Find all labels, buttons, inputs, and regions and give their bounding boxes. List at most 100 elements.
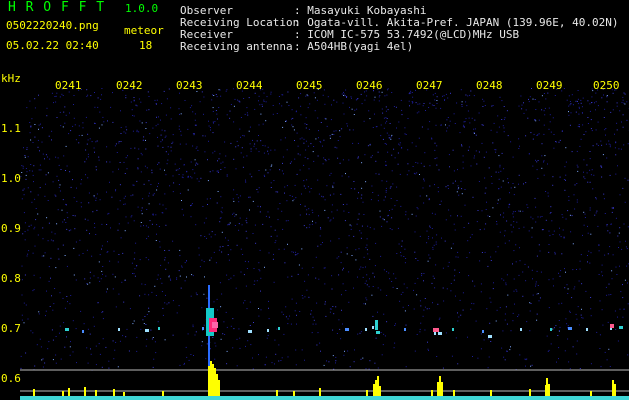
noise-pixel [194, 119, 196, 121]
noise-pixel [576, 353, 578, 355]
noise-pixel [558, 347, 560, 349]
noise-pixel [581, 283, 583, 285]
noise-pixel [445, 219, 447, 221]
noise-pixel [264, 266, 265, 268]
noise-pixel [226, 350, 228, 352]
noise-pixel [315, 222, 317, 224]
noise-pixel [331, 104, 332, 106]
noise-pixel [414, 282, 416, 284]
noise-pixel [512, 216, 514, 218]
noise-pixel [152, 366, 154, 368]
noise-pixel [57, 248, 59, 250]
noise-pixel [239, 217, 241, 219]
noise-pixel [368, 286, 370, 288]
noise-pixel [249, 143, 251, 145]
noise-pixel [542, 229, 544, 231]
noise-pixel [315, 138, 317, 140]
noise-pixel [36, 344, 38, 346]
noise-pixel [235, 168, 237, 170]
noise-pixel [317, 89, 319, 90]
noise-pixel [227, 224, 229, 226]
noise-pixel [455, 256, 457, 258]
noise-pixel [578, 324, 580, 326]
noise-pixel [239, 337, 241, 339]
noise-pixel [59, 325, 61, 327]
noise-pixel [536, 169, 538, 171]
noise-pixel [172, 191, 174, 193]
info-value-antenna: : A504HB(yagi 4el) [294, 40, 414, 53]
noise-pixel [568, 196, 570, 198]
noise-pixel [125, 216, 127, 218]
noise-pixel [194, 172, 196, 174]
noise-pixel [456, 191, 458, 193]
noise-pixel [600, 140, 602, 142]
noise-pixel [178, 168, 180, 170]
noise-pixel [126, 168, 128, 170]
noise-pixel [130, 216, 132, 218]
noise-pixel [102, 116, 104, 118]
noise-pixel [622, 297, 624, 299]
noise-pixel [333, 99, 335, 101]
noise-pixel [117, 229, 119, 231]
noise-pixel [353, 361, 355, 363]
noise-pixel [178, 305, 180, 307]
noise-pixel [87, 283, 89, 285]
noise-pixel [156, 116, 157, 118]
noise-pixel [406, 174, 408, 176]
noise-pixel [86, 347, 88, 349]
noise-pixel [404, 133, 406, 135]
noise-pixel [415, 145, 417, 147]
noise-pixel [230, 104, 232, 105]
noise-pixel [550, 343, 552, 345]
noise-pixel [611, 207, 613, 209]
noise-pixel [563, 88, 565, 89]
noise-pixel [155, 295, 157, 296]
noise-pixel [325, 315, 327, 317]
noise-pixel [72, 179, 73, 181]
noise-pixel [144, 165, 146, 167]
noise-pixel [259, 270, 261, 272]
noise-pixel [414, 251, 416, 253]
noise-pixel [627, 282, 628, 284]
noise-pixel [116, 152, 118, 153]
noise-pixel [375, 337, 377, 339]
noise-pixel [547, 350, 549, 352]
noise-pixel [233, 328, 235, 330]
noise-pixel [103, 121, 105, 123]
noise-pixel [226, 114, 228, 116]
noise-pixel [30, 330, 32, 332]
noise-pixel [473, 157, 475, 159]
noise-pixel [357, 218, 359, 220]
noise-pixel [21, 198, 23, 200]
noise-pixel [184, 362, 185, 364]
noise-pixel [100, 278, 102, 280]
noise-pixel [517, 316, 519, 317]
noise-pixel [405, 366, 407, 368]
noise-pixel [341, 294, 342, 296]
noise-pixel [270, 149, 272, 151]
noise-pixel [434, 213, 436, 215]
noise-pixel [549, 114, 551, 116]
noise-pixel [584, 178, 586, 180]
noise-pixel [541, 155, 543, 157]
noise-pixel [131, 109, 133, 111]
noise-pixel [190, 161, 192, 163]
noise-pixel [272, 105, 274, 106]
noise-pixel [388, 272, 390, 274]
noise-pixel [335, 306, 337, 308]
noise-pixel [190, 205, 192, 207]
noise-pixel [167, 146, 169, 148]
noise-pixel [55, 95, 57, 97]
noise-pixel [326, 360, 327, 362]
noise-pixel [291, 109, 293, 111]
noise-pixel [477, 210, 479, 211]
noise-pixel [368, 110, 370, 112]
noise-pixel [431, 212, 433, 214]
noise-pixel [312, 212, 314, 214]
meteor-echo-dot [438, 332, 442, 335]
noise-pixel [552, 184, 554, 186]
noise-pixel [357, 276, 358, 278]
noise-pixel [224, 167, 226, 169]
noise-pixel [229, 117, 231, 119]
noise-pixel [578, 106, 580, 108]
